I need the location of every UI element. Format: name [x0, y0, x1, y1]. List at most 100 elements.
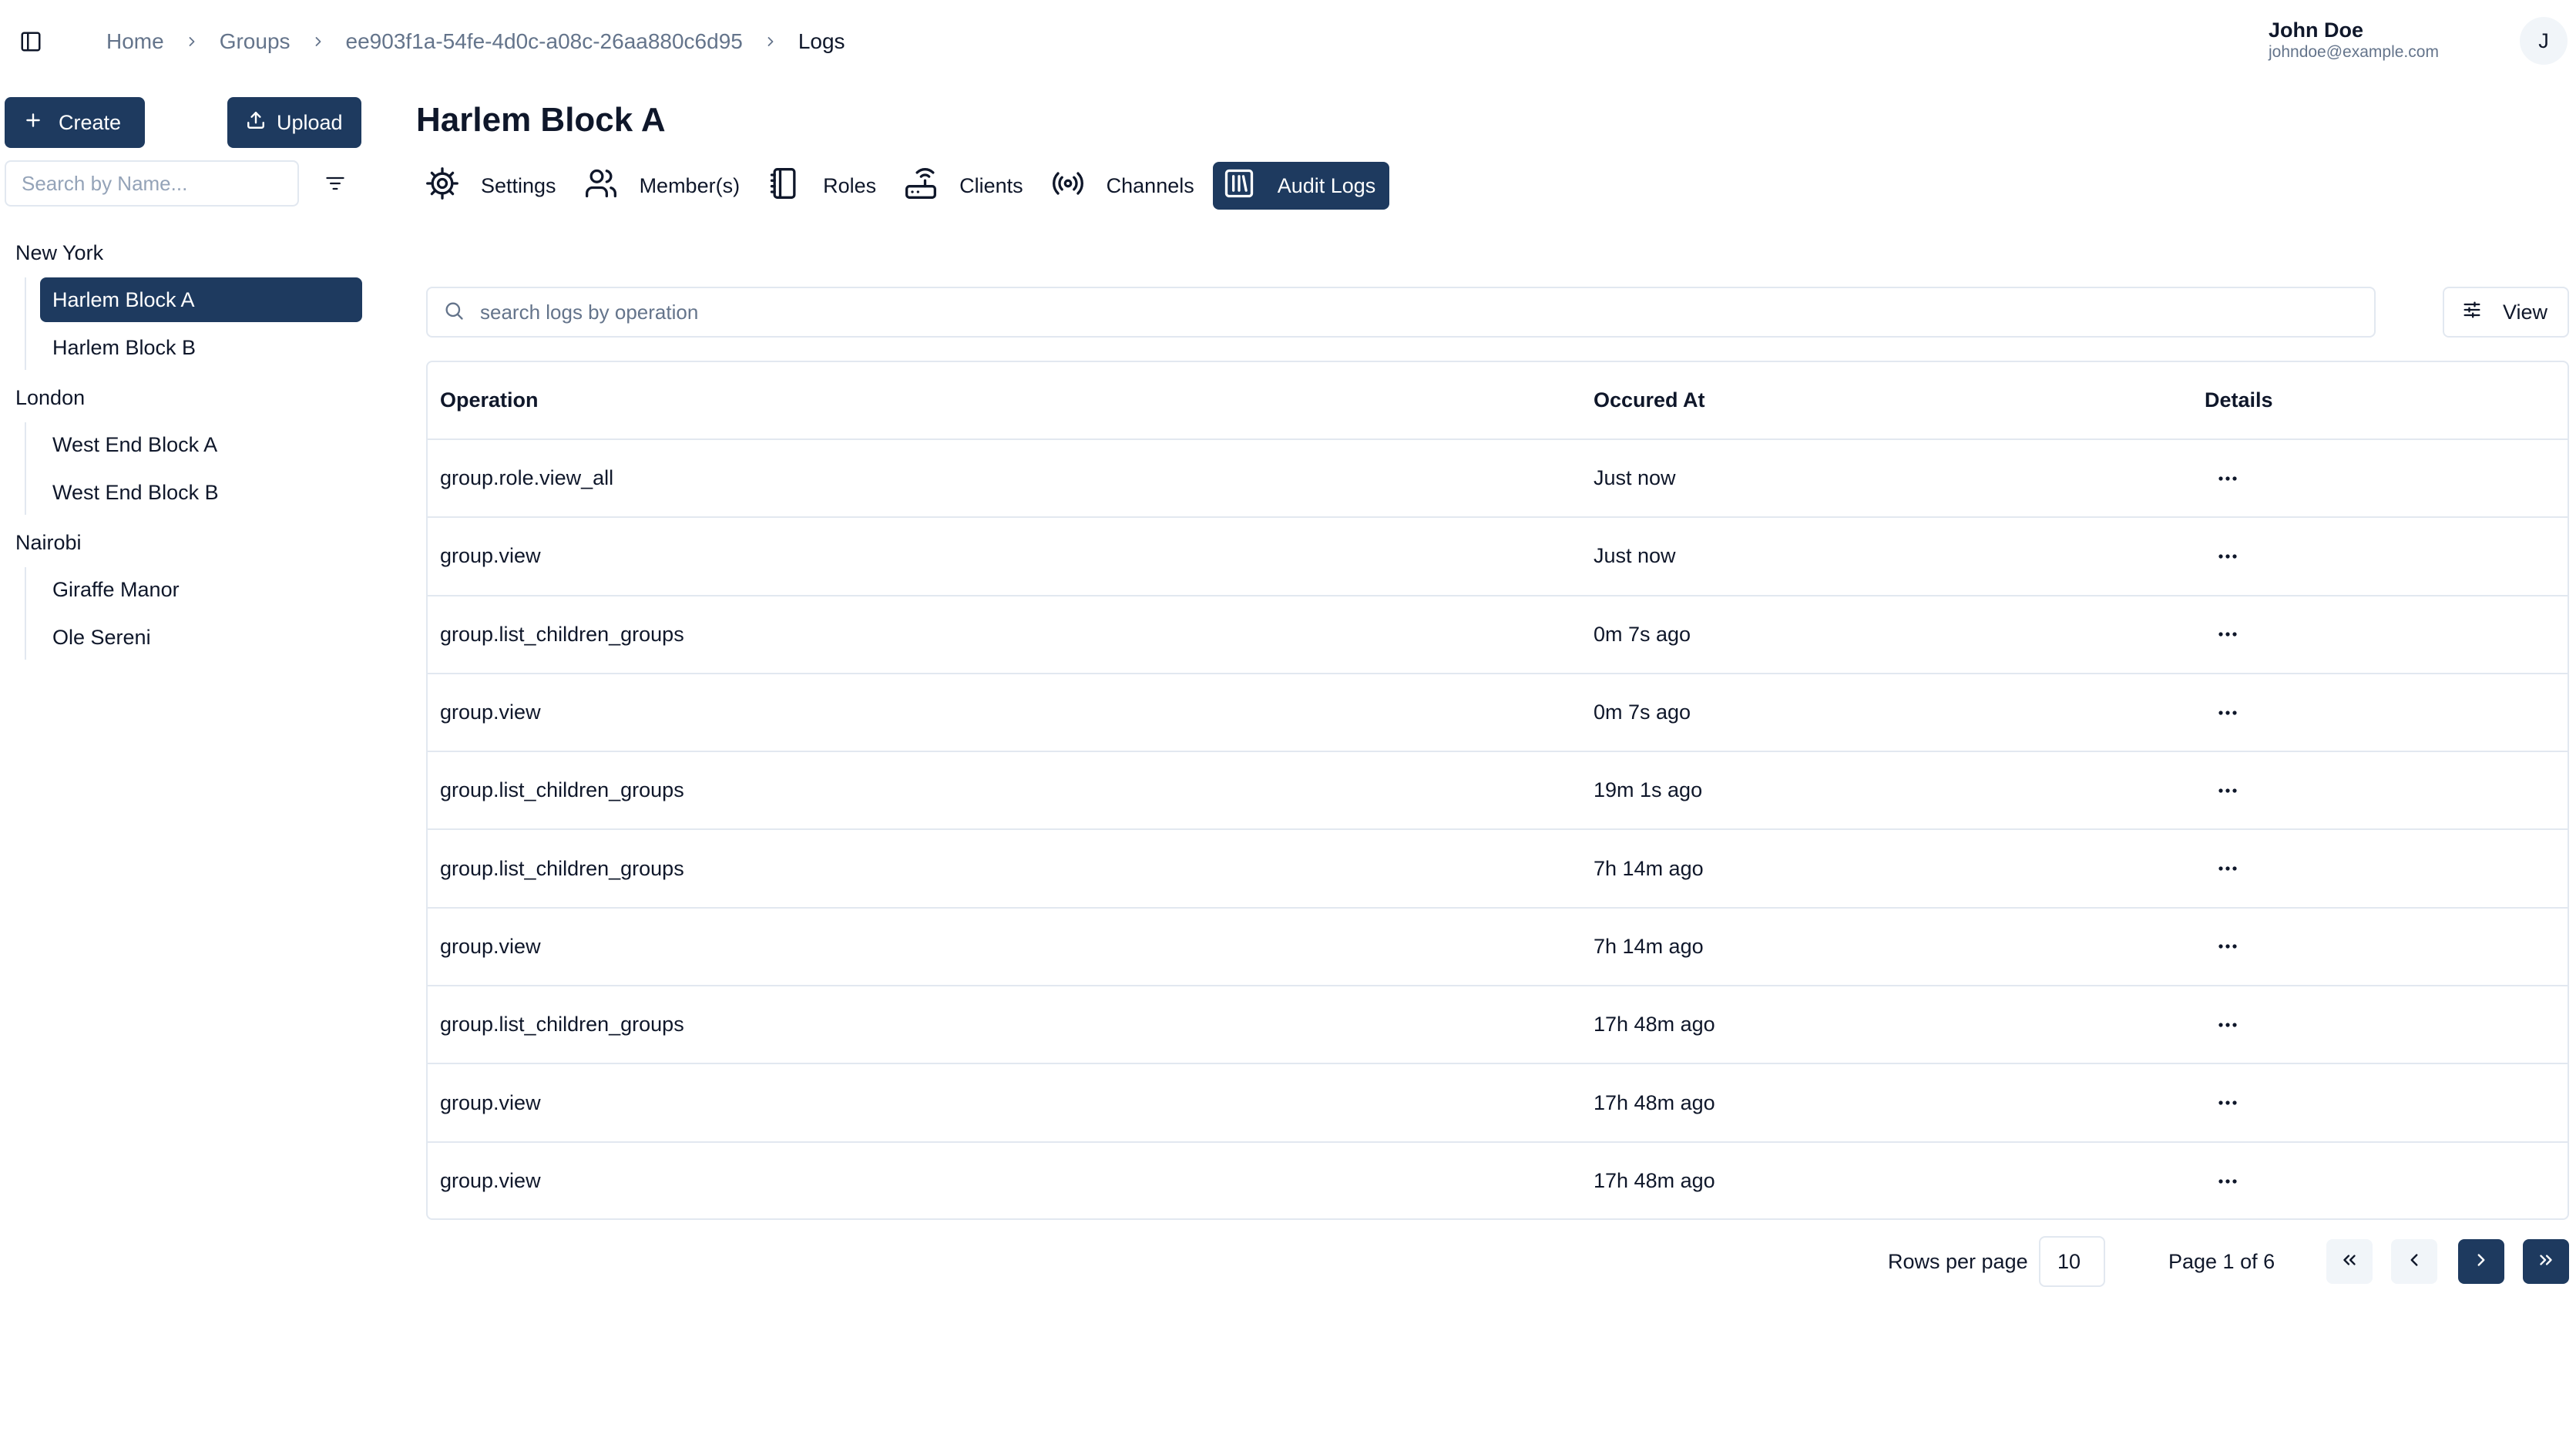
operation-cell: group.view	[440, 701, 541, 724]
tab-settings-label: Settings	[481, 173, 556, 197]
rows-per-page-select[interactable]: 10	[2039, 1236, 2105, 1287]
tree-item-harlem-block-a[interactable]: Harlem Block A	[40, 277, 362, 322]
app-root: Home Groups ee903f1a-54fe-4d0c-a08c-26aa…	[0, 0, 2576, 1438]
users-icon	[584, 166, 618, 206]
page-info: Page 1 of 6	[2168, 1250, 2275, 1273]
log-search-input[interactable]	[480, 289, 2374, 335]
avatar[interactable]: J	[2520, 17, 2568, 65]
first-page-button[interactable]	[2326, 1239, 2373, 1284]
create-button[interactable]: Create	[5, 97, 145, 148]
filter-icon[interactable]	[320, 168, 351, 199]
tree-item-west-end-block-a[interactable]: West End Block A	[40, 422, 362, 467]
upload-label: Upload	[277, 110, 343, 134]
breadcrumb-group-id[interactable]: ee903f1a-54fe-4d0c-a08c-26aa880c6d95	[346, 29, 743, 54]
chevrons-left-icon	[2339, 1250, 2359, 1274]
more-options-icon[interactable]	[2205, 538, 2251, 575]
operation-cell: group.view	[440, 544, 541, 568]
more-options-icon[interactable]	[2205, 616, 2251, 653]
details-cell	[2192, 1142, 2568, 1218]
breadcrumb: Home Groups ee903f1a-54fe-4d0c-a08c-26aa…	[106, 26, 845, 57]
more-options-icon[interactable]	[2205, 928, 2251, 965]
details-cell	[2192, 1063, 2568, 1141]
notebook-icon	[767, 166, 801, 206]
details-cell	[2192, 517, 2568, 595]
tab-settings[interactable]: Settings	[416, 162, 570, 210]
more-options-icon[interactable]	[2205, 460, 2251, 497]
tab-clients[interactable]: Clients	[895, 162, 1037, 210]
view-options-button[interactable]: View	[2443, 287, 2569, 338]
tree-group-new-york[interactable]: New York	[0, 231, 370, 274]
tab-channels[interactable]: Channels	[1042, 162, 1208, 210]
occurred-at-cell: 7h 14m ago	[1594, 934, 1704, 958]
operation-cell: group.view	[440, 934, 541, 958]
tab-audit-logs[interactable]: Audit Logs	[1212, 162, 1390, 210]
search-icon	[443, 300, 465, 325]
chevron-left-icon	[2404, 1250, 2424, 1274]
last-page-button[interactable]	[2523, 1239, 2569, 1284]
chevron-right-icon	[184, 34, 200, 49]
user-email: johndoe@example.com	[2269, 43, 2439, 61]
more-options-icon[interactable]	[2205, 772, 2251, 809]
details-cell	[2192, 751, 2568, 829]
gear-icon	[425, 166, 459, 206]
chevron-right-icon	[763, 34, 778, 49]
tab-members[interactable]: Member(s)	[575, 162, 754, 210]
chevron-right-icon	[311, 34, 326, 49]
more-options-icon[interactable]	[2205, 1006, 2251, 1043]
details-cell	[2192, 986, 2568, 1063]
occurred-at-cell: 19m 1s ago	[1594, 778, 1703, 802]
table-header-row: Operation Occured At Details	[428, 362, 2568, 439]
tree-group-london[interactable]: London	[0, 376, 370, 419]
table-row: group.list_children_groups 7h 14m ago	[428, 829, 2568, 907]
tree-item-ole-sereni[interactable]: Ole Sereni	[40, 615, 362, 660]
tree-item-giraffe-manor[interactable]: Giraffe Manor	[40, 567, 362, 612]
occurred-at-cell: Just now	[1594, 544, 1676, 568]
occurred-at-cell: 0m 7s ago	[1594, 701, 1691, 724]
more-options-icon[interactable]	[2205, 694, 2251, 731]
breadcrumb-groups[interactable]: Groups	[220, 29, 291, 54]
chevron-right-icon	[2471, 1250, 2491, 1274]
tree-item-harlem-block-b[interactable]: Harlem Block B	[40, 325, 362, 370]
user-name: John Doe	[2269, 18, 2364, 42]
group-search-input[interactable]	[5, 160, 299, 207]
tab-roles[interactable]: Roles	[758, 162, 890, 210]
operation-cell: group.list_children_groups	[440, 778, 684, 802]
table-row: group.list_children_groups 17h 48m ago	[428, 986, 2568, 1063]
upload-button[interactable]: Upload	[227, 97, 361, 148]
table-row: group.list_children_groups 19m 1s ago	[428, 751, 2568, 829]
operation-cell: group.list_children_groups	[440, 1013, 684, 1037]
more-options-icon[interactable]	[2205, 1163, 2251, 1200]
log-search	[426, 287, 2376, 338]
upload-icon	[246, 110, 266, 136]
view-label: View	[2503, 300, 2548, 324]
occurred-at-cell: 17h 48m ago	[1594, 1169, 1715, 1193]
occurred-at-cell: 17h 48m ago	[1594, 1013, 1715, 1037]
tree-group-nairobi[interactable]: Nairobi	[0, 521, 370, 564]
header-occurred-at: Occured At	[1594, 388, 1705, 412]
more-options-icon[interactable]	[2205, 850, 2251, 887]
chevrons-right-icon	[2536, 1250, 2556, 1274]
tab-channels-label: Channels	[1106, 173, 1194, 197]
more-options-icon[interactable]	[2205, 1084, 2251, 1121]
next-page-button[interactable]	[2458, 1239, 2504, 1284]
occurred-at-cell: 0m 7s ago	[1594, 622, 1691, 646]
audit-log-table: Operation Occured At Details group.role.…	[426, 361, 2569, 1220]
details-cell	[2192, 829, 2568, 907]
tree-children: West End Block A West End Block B	[25, 422, 370, 515]
breadcrumb-home[interactable]: Home	[106, 29, 164, 54]
page-title: Harlem Block A	[416, 101, 666, 139]
occurred-at-cell: 17h 48m ago	[1594, 1090, 1715, 1114]
user-info[interactable]: John Doe johndoe@example.com	[2269, 18, 2439, 61]
plus-icon	[23, 110, 43, 136]
table-row: group.view 7h 14m ago	[428, 907, 2568, 986]
table-row: group.role.view_all Just now	[428, 439, 2568, 517]
table-row: group.view 17h 48m ago	[428, 1063, 2568, 1141]
occurred-at-cell: Just now	[1594, 466, 1676, 490]
tree-children: Harlem Block A Harlem Block B	[25, 277, 370, 370]
tree-item-west-end-block-b[interactable]: West End Block B	[40, 470, 362, 515]
details-cell	[2192, 674, 2568, 751]
group-tree: New York Harlem Block A Harlem Block B L…	[0, 231, 370, 666]
prev-page-button[interactable]	[2391, 1239, 2437, 1284]
sidebar-toggle-icon[interactable]	[15, 26, 46, 57]
tab-audit-logs-label: Audit Logs	[1277, 173, 1376, 197]
